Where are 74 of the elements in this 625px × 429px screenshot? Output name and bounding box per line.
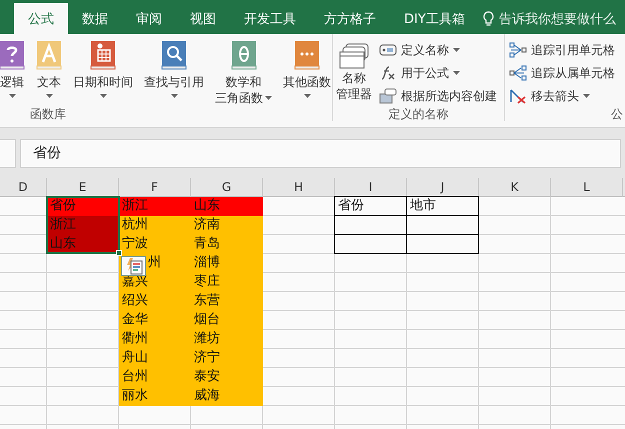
table-cell: 地市 <box>406 196 479 216</box>
ribbon-tab[interactable]: 数据 <box>68 3 122 34</box>
trace-arrow-icon <box>509 42 527 58</box>
table-cell: 省份 <box>47 197 119 216</box>
group-label: 公 <box>610 106 624 123</box>
book-icon <box>36 40 62 70</box>
book-icon <box>90 40 116 70</box>
ribbon-menu-button[interactable]: 追踪从属单元格 <box>509 63 615 83</box>
ribbon-tab[interactable]: 方方格子 <box>310 3 390 34</box>
column-header[interactable]: L <box>551 178 623 197</box>
ribbon-menu-button[interactable]: 根据所选内容创建 <box>379 86 497 106</box>
tell-me-field[interactable]: 告诉我你想要做什么 <box>498 10 616 28</box>
ribbon-button[interactable]: 日期和时间 <box>70 40 136 98</box>
table-create-icon <box>379 88 397 104</box>
lightning-list-icon <box>124 257 142 275</box>
column-header[interactable]: F <box>119 178 191 197</box>
table-cell: 杭州 <box>119 216 191 235</box>
table-cell: 淄博 <box>191 254 263 273</box>
ribbon-menu-button[interactable]: 移去箭头 <box>509 86 615 106</box>
column-header[interactable]: J <box>407 178 479 197</box>
trace-arrow-icon <box>509 65 527 81</box>
ribbon-button[interactable]: 其他函数 <box>280 40 334 98</box>
ribbon-menu-button[interactable]: 用于公式 <box>379 63 497 83</box>
ribbon-tab[interactable]: 开发工具 <box>230 3 310 34</box>
remove-arrows-icon <box>509 88 527 104</box>
ribbon-button[interactable]: 文本 <box>33 40 65 98</box>
book-icon <box>294 40 320 70</box>
name-manager-button[interactable]: 名称 管理器 <box>333 42 375 102</box>
tag-icon <box>379 43 397 57</box>
table-cell: 舟山 <box>119 349 191 368</box>
ribbon-tab[interactable]: 公式 <box>14 3 68 34</box>
column-header[interactable]: E <box>47 178 119 197</box>
table-cell: 济宁 <box>191 349 263 368</box>
quick-analysis-button[interactable] <box>121 256 146 276</box>
table-cell: 金华 <box>119 311 191 330</box>
ribbon-tab[interactable]: DIY工具箱 <box>390 3 479 34</box>
table-cell: 潍坊 <box>191 330 263 349</box>
table-cell: 东营 <box>191 292 263 311</box>
ribbon-menu-button[interactable]: 定义名称 <box>379 40 497 60</box>
fill-handle[interactable] <box>116 250 122 256</box>
table-cell: 浙江 <box>119 197 191 216</box>
table-cell: 济南 <box>191 216 263 235</box>
group-label: 函数库 <box>29 106 67 123</box>
name-tags-icon <box>338 42 370 70</box>
table-cell: 绍兴 <box>119 292 191 311</box>
ribbon-button[interactable]: 数学和 三角函数 <box>212 40 275 106</box>
ribbon-button[interactable]: 查找与引用 <box>141 40 207 98</box>
table-cell: 台州 <box>119 368 191 387</box>
table-cell: 衢州 <box>119 330 191 349</box>
function-icon <box>379 65 397 81</box>
table-cell: 宁波 <box>119 235 191 254</box>
column-header[interactable]: H <box>263 178 335 197</box>
table-cell: 青岛 <box>191 235 263 254</box>
column-header[interactable]: I <box>335 178 407 197</box>
ribbon-tab[interactable]: 视图 <box>176 3 230 34</box>
book-icon <box>161 40 187 70</box>
column-header[interactable]: D <box>0 178 47 197</box>
table-cell: 丽水 <box>119 387 191 406</box>
formula-field[interactable]: 省份 <box>20 138 621 168</box>
lightbulb-icon <box>482 11 494 26</box>
table-cell: 省份 <box>334 196 407 216</box>
table-cell: 枣庄 <box>191 273 263 292</box>
group-label: 定义的名称 <box>388 106 450 123</box>
column-header[interactable]: K <box>479 178 551 197</box>
ribbon-menu-button[interactable]: 追踪引用单元格 <box>509 40 615 60</box>
column-header[interactable]: G <box>191 178 263 197</box>
ribbon-tab[interactable]: 审阅 <box>122 3 176 34</box>
book-icon <box>230 40 256 70</box>
ribbon-button[interactable]: 逻辑 <box>0 40 28 98</box>
table-cell: 山东 <box>191 197 263 216</box>
table-cell: 烟台 <box>191 311 263 330</box>
table-cell: 泰安 <box>191 368 263 387</box>
table-cell: 威海 <box>191 387 263 406</box>
table-cell: 浙江 <box>47 216 119 235</box>
